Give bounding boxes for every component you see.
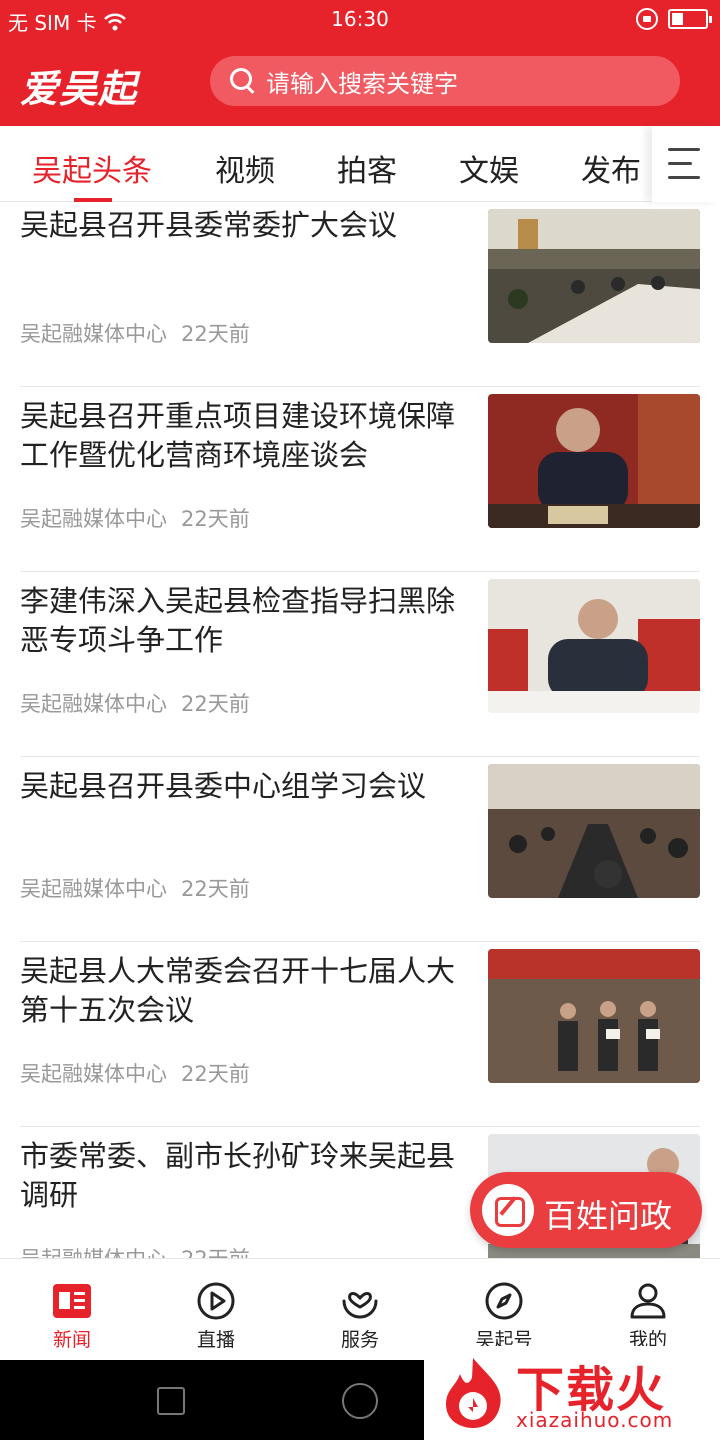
bottom-nav: 新闻 直播 服务 吴起号 我的 (0, 1258, 720, 1360)
news-thumbnail (488, 209, 700, 343)
channel-tabs: 吴起头条 视频 拍客 文娱 发布 (0, 126, 720, 202)
news-meta: 吴起融媒体中心 22天前 (20, 503, 250, 533)
news-feed[interactable]: 吴起县召开县委常委扩大会议 吴起融媒体中心 22天前 吴起县召开重点项目建设环境… (0, 202, 720, 1258)
tab-video[interactable]: 视频 (215, 146, 275, 190)
news-time: 22天前 (181, 1062, 250, 1086)
nav-label: 服务 (340, 1329, 379, 1351)
news-meta: 吴起融媒体中心 22天前 (20, 318, 250, 348)
app-header: 爱吴起 请输入搜索关键字 (0, 40, 720, 126)
nav-live[interactable]: 直播 (144, 1259, 288, 1361)
tab-publish[interactable]: 发布 (581, 146, 641, 190)
news-time: 22天前 (181, 1247, 250, 1258)
app-logo: 爱吴起 (20, 66, 138, 111)
search-placeholder: 请输入搜索关键字 (266, 69, 458, 98)
news-item[interactable]: 吴起县人大常委会召开十七届人大第十五次会议 吴起融媒体中心 22天前 (20, 942, 700, 1127)
tab-entertainment[interactable]: 文娱 (459, 146, 519, 190)
status-bar: 无 SIM 卡 16:30 (0, 0, 720, 40)
news-meta: 吴起融媒体中心 22天前 (20, 688, 250, 718)
edit-icon (482, 1184, 534, 1236)
news-time: 22天前 (181, 877, 250, 901)
flame-icon (446, 1358, 501, 1428)
rotation-lock-icon (636, 8, 658, 30)
play-icon (197, 1282, 235, 1320)
service-icon (342, 1292, 378, 1319)
search-icon (230, 68, 256, 94)
news-meta: 吴起融媒体中心 22天前 (20, 1243, 250, 1258)
search-input[interactable]: 请输入搜索关键字 (210, 56, 680, 106)
clock: 16:30 (331, 7, 389, 31)
news-source: 吴起融媒体中心 (20, 1062, 167, 1086)
nav-label: 直播 (196, 1329, 235, 1351)
home-button[interactable] (342, 1383, 378, 1419)
channel-menu-button[interactable] (652, 126, 720, 202)
news-source: 吴起融媒体中心 (20, 322, 167, 346)
news-icon (53, 1284, 91, 1318)
news-title: 市委常委、副市长孙矿玲来吴起县调研 (20, 1139, 456, 1212)
public-inquiry-label: 百姓问政 (544, 1197, 673, 1235)
news-title: 吴起县召开重点项目建设环境保障工作暨优化营商环境座谈会 (20, 399, 456, 472)
nav-service[interactable]: 服务 (288, 1259, 432, 1361)
news-title: 李建伟深入吴起县检查指导扫黑除恶专项斗争工作 (20, 584, 456, 657)
news-thumbnail (488, 579, 700, 713)
news-title: 吴起县人大常委会召开十七届人大第十五次会议 (20, 954, 456, 1027)
news-title: 吴起县召开县委中心组学习会议 (20, 769, 427, 803)
news-source: 吴起融媒体中心 (20, 692, 167, 716)
news-thumbnail (488, 949, 700, 1083)
news-thumbnail (488, 764, 700, 898)
app-screen: 无 SIM 卡 16:30 爱吴起 请输入搜索关键字 吴起头条 视频 拍客 文娱… (0, 0, 720, 1440)
news-item[interactable]: 吴起县召开县委中心组学习会议 吴起融媒体中心 22天前 (20, 757, 700, 942)
news-time: 22天前 (181, 322, 250, 346)
compass-icon (485, 1282, 523, 1320)
menu-icon (668, 148, 700, 151)
news-thumbnail (488, 394, 700, 528)
news-time: 22天前 (181, 692, 250, 716)
nav-news[interactable]: 新闻 (0, 1259, 144, 1361)
recent-apps-button[interactable] (157, 1387, 185, 1415)
news-title: 吴起县召开县委常委扩大会议 (20, 208, 398, 242)
watermark-subtitle: xiazaihuo.com (516, 1408, 674, 1432)
news-item[interactable]: 李建伟深入吴起县检查指导扫黑除恶专项斗争工作 吴起融媒体中心 22天前 (20, 572, 700, 757)
news-source: 吴起融媒体中心 (20, 1247, 167, 1258)
news-time: 22天前 (181, 507, 250, 531)
public-inquiry-button[interactable]: 百姓问政 (470, 1172, 702, 1248)
user-icon (630, 1283, 666, 1319)
news-item[interactable]: 吴起县召开县委常委扩大会议 吴起融媒体中心 22天前 (20, 202, 700, 387)
news-item[interactable]: 吴起县召开重点项目建设环境保障工作暨优化营商环境座谈会 吴起融媒体中心 22天前 (20, 387, 700, 572)
battery-icon (668, 9, 712, 29)
watermark-logo: 下载火 xiazaihuo.com (424, 1346, 720, 1440)
tab-wuqi-headlines[interactable]: 吴起头条 (32, 146, 152, 190)
news-meta: 吴起融媒体中心 22天前 (20, 873, 250, 903)
tab-paike[interactable]: 拍客 (337, 146, 397, 190)
news-source: 吴起融媒体中心 (20, 507, 167, 531)
news-source: 吴起融媒体中心 (20, 877, 167, 901)
news-meta: 吴起融媒体中心 22天前 (20, 1058, 250, 1088)
nav-label: 新闻 (52, 1329, 91, 1351)
